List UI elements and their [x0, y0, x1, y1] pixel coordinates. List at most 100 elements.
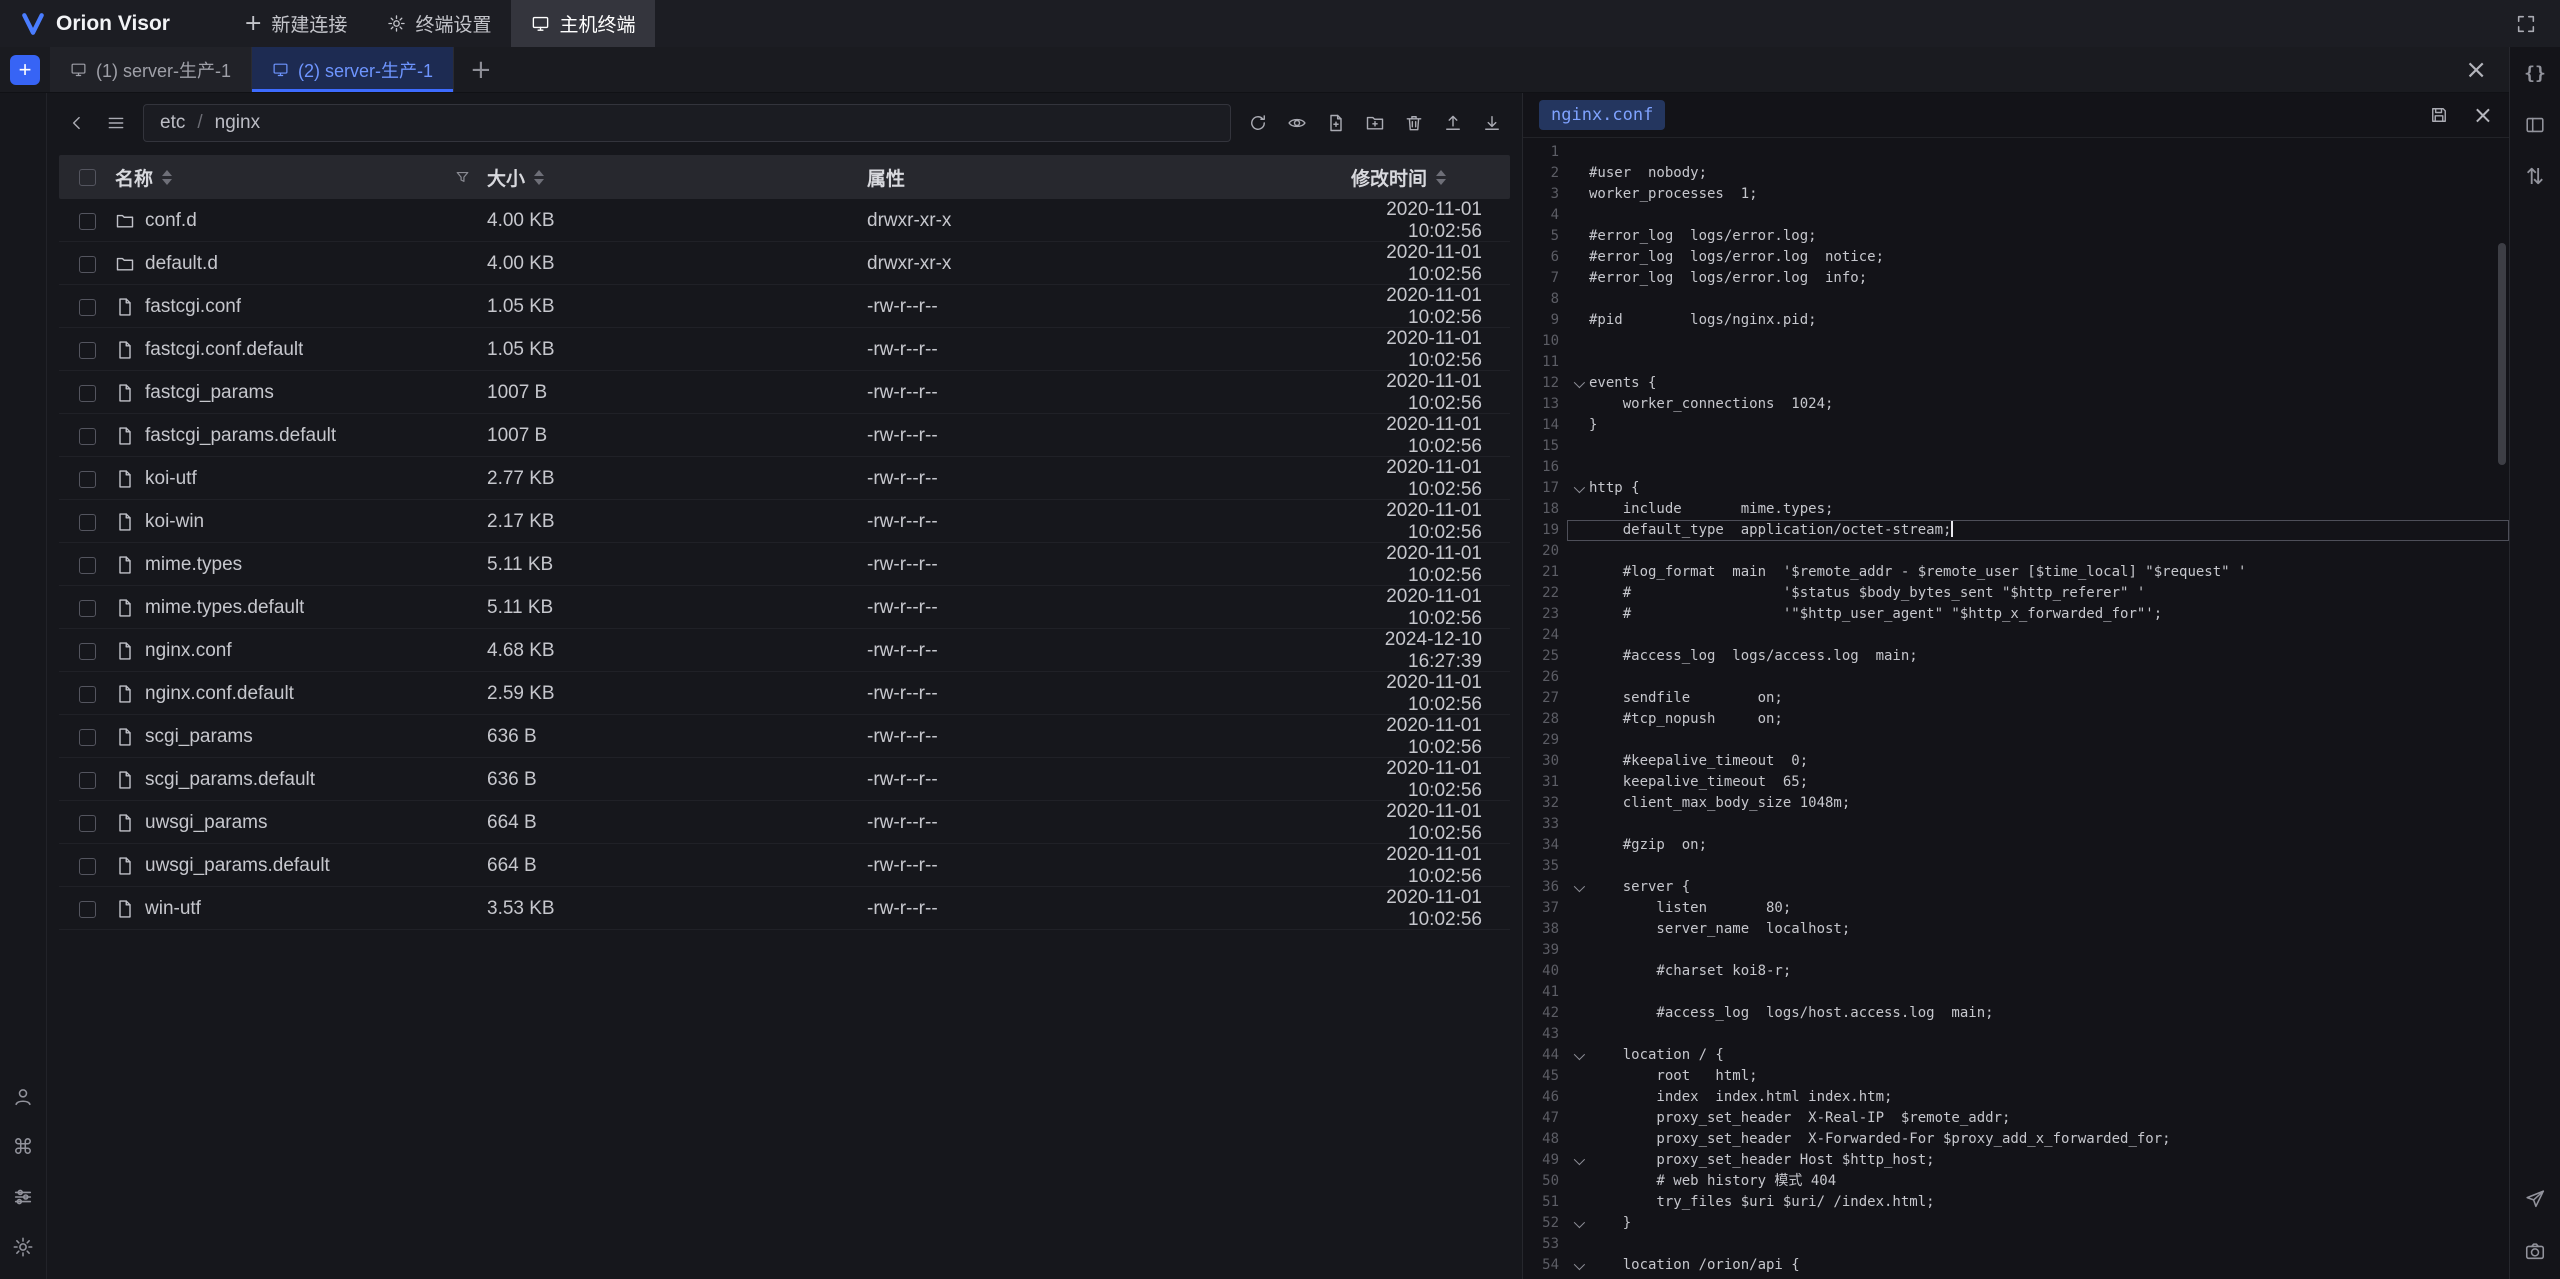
- row-checkbox[interactable]: [79, 342, 96, 359]
- menu-item-terminal-settings[interactable]: 终端设置: [367, 0, 511, 47]
- fold-chevron-icon[interactable]: [1567, 877, 1589, 898]
- code-text: #access_log logs/host.access.log main;: [1589, 1003, 1994, 1024]
- file-row[interactable]: nginx.conf 4.68 KB -rw-r--r-- 2024-12-10…: [59, 629, 1510, 672]
- send-command-icon[interactable]: [2521, 1185, 2549, 1213]
- file-size: 5.11 KB: [487, 554, 867, 576]
- fold-chevron-icon[interactable]: [1567, 373, 1589, 394]
- file-name: fastcgi.conf: [145, 296, 241, 318]
- row-checkbox[interactable]: [79, 557, 96, 574]
- code-text: proxy_set_header Host $http_host;: [1589, 1150, 1935, 1171]
- file-row[interactable]: fastcgi_params 1007 B -rw-r--r-- 2020-11…: [59, 371, 1510, 414]
- file-row[interactable]: uwsgi_params.default 664 B -rw-r--r-- 20…: [59, 844, 1510, 887]
- close-sftp-panel-icon[interactable]: ×: [2465, 55, 2487, 85]
- refresh-icon[interactable]: [1240, 105, 1276, 141]
- file-row[interactable]: scgi_params 636 B -rw-r--r-- 2020-11-01 …: [59, 715, 1510, 758]
- row-checkbox[interactable]: [79, 815, 96, 832]
- fold-chevron-icon[interactable]: [1567, 1213, 1589, 1234]
- new-connection-plus-icon[interactable]: +: [10, 55, 40, 85]
- file-row[interactable]: uwsgi_params 664 B -rw-r--r-- 2020-11-01…: [59, 801, 1510, 844]
- column-size-header[interactable]: 大小: [487, 164, 525, 191]
- row-checkbox[interactable]: [79, 514, 96, 531]
- tab-terminal-2[interactable]: (2) server-生产-1: [252, 47, 454, 92]
- breadcrumb[interactable]: etc / nginx: [143, 104, 1231, 142]
- row-checkbox[interactable]: [79, 901, 96, 918]
- row-checkbox[interactable]: [79, 729, 96, 746]
- file-row[interactable]: win-utf 3.53 KB -rw-r--r-- 2020-11-01 10…: [59, 887, 1510, 930]
- list-view-icon[interactable]: [98, 105, 134, 141]
- file-row[interactable]: mime.types 5.11 KB -rw-r--r-- 2020-11-01…: [59, 543, 1510, 586]
- close-editor-icon[interactable]: ×: [2473, 103, 2493, 127]
- upload-icon[interactable]: [1435, 105, 1471, 141]
- row-checkbox[interactable]: [79, 600, 96, 617]
- orion-visor-logo-icon: [20, 11, 46, 37]
- transfer-list-icon[interactable]: ⇅: [2521, 163, 2549, 191]
- file-row[interactable]: fastcgi_params.default 1007 B -rw-r--r--…: [59, 414, 1510, 457]
- file-row[interactable]: fastcgi.conf.default 1.05 KB -rw-r--r-- …: [59, 328, 1510, 371]
- file-row[interactable]: nginx.conf.default 2.59 KB -rw-r--r-- 20…: [59, 672, 1510, 715]
- file-row[interactable]: scgi_params.default 636 B -rw-r--r-- 202…: [59, 758, 1510, 801]
- row-checkbox[interactable]: [79, 686, 96, 703]
- file-row[interactable]: koi-utf 2.77 KB -rw-r--r-- 2020-11-01 10…: [59, 457, 1510, 500]
- file-editor-panel: nginx.conf × 1: [1522, 93, 2509, 1279]
- sort-size-icon[interactable]: [534, 170, 544, 185]
- settings-gear-icon[interactable]: [9, 1233, 37, 1261]
- fullscreen-icon[interactable]: [2508, 6, 2544, 42]
- add-tab-icon[interactable]: +: [470, 55, 492, 85]
- code-text: include mime.types;: [1589, 499, 1833, 520]
- brand[interactable]: Orion Visor: [20, 11, 170, 37]
- filter-icon[interactable]: [454, 169, 471, 186]
- row-checkbox[interactable]: [79, 256, 96, 273]
- row-checkbox[interactable]: [79, 858, 96, 875]
- code-text: proxy_set_header X-Real-IP $remote_addr;: [1589, 1108, 2010, 1129]
- file-row[interactable]: default.d 4.00 KB drwxr-xr-x 2020-11-01 …: [59, 242, 1510, 285]
- new-file-icon[interactable]: [1318, 105, 1354, 141]
- fold-chevron-icon[interactable]: [1567, 1255, 1589, 1276]
- row-checkbox[interactable]: [79, 299, 96, 316]
- file-size: 4.68 KB: [487, 640, 867, 662]
- select-all-checkbox[interactable]: [79, 169, 96, 186]
- column-name-header[interactable]: 名称: [115, 164, 153, 191]
- fold-chevron-icon[interactable]: [1567, 1045, 1589, 1066]
- screenshot-icon[interactable]: [2521, 1237, 2549, 1265]
- row-checkbox[interactable]: [79, 428, 96, 445]
- panel-layout-icon[interactable]: [2521, 111, 2549, 139]
- file-row[interactable]: fastcgi.conf 1.05 KB -rw-r--r-- 2020-11-…: [59, 285, 1510, 328]
- delete-icon[interactable]: [1396, 105, 1432, 141]
- back-icon[interactable]: [59, 105, 95, 141]
- row-checkbox[interactable]: [79, 643, 96, 660]
- line-number: 36: [1523, 877, 1567, 898]
- file-row[interactable]: mime.types.default 5.11 KB -rw-r--r-- 20…: [59, 586, 1510, 629]
- fold-chevron-icon[interactable]: [1567, 478, 1589, 499]
- row-checkbox[interactable]: [79, 471, 96, 488]
- row-checkbox[interactable]: [79, 385, 96, 402]
- file-mtime: 2020-11-01 10:02:56: [1341, 371, 1510, 415]
- snippets-braces-icon[interactable]: {}: [2521, 59, 2549, 87]
- row-checkbox[interactable]: [79, 772, 96, 789]
- show-hidden-eye-icon[interactable]: [1279, 105, 1315, 141]
- editor-scrollbar[interactable]: [2498, 243, 2506, 465]
- new-folder-icon[interactable]: [1357, 105, 1393, 141]
- code-editor[interactable]: 1 2: [1523, 138, 2509, 1279]
- file-name: scgi_params.default: [145, 769, 315, 791]
- download-icon[interactable]: [1474, 105, 1510, 141]
- tab-terminal-1[interactable]: (1) server-生产-1: [50, 47, 252, 92]
- file-row[interactable]: conf.d 4.00 KB drwxr-xr-x 2020-11-01 10:…: [59, 199, 1510, 242]
- sort-name-icon[interactable]: [162, 170, 172, 185]
- menu-item-new-connection[interactable]: + 新建连接: [224, 0, 367, 47]
- user-icon[interactable]: [9, 1083, 37, 1111]
- save-icon[interactable]: [2421, 97, 2457, 133]
- breadcrumb-item-root[interactable]: etc: [160, 112, 185, 134]
- sort-mtime-icon[interactable]: [1436, 170, 1446, 185]
- file-row[interactable]: koi-win 2.17 KB -rw-r--r-- 2020-11-01 10…: [59, 500, 1510, 543]
- fold-chevron-icon[interactable]: [1567, 1150, 1589, 1171]
- row-checkbox[interactable]: [79, 213, 96, 230]
- file-table-header: 名称 大小: [59, 155, 1510, 199]
- preferences-sliders-icon[interactable]: [9, 1183, 37, 1211]
- command-shortcut-icon[interactable]: ⌘: [9, 1133, 37, 1161]
- breadcrumb-item-current[interactable]: nginx: [215, 112, 260, 134]
- column-mtime-header[interactable]: 修改时间: [1351, 164, 1427, 191]
- line-number: 33: [1523, 814, 1567, 835]
- menu-item-host-terminal[interactable]: 主机终端: [511, 0, 655, 47]
- file-mtime: 2020-11-01 10:02:56: [1341, 500, 1510, 544]
- code-text: server {: [1589, 877, 1690, 898]
